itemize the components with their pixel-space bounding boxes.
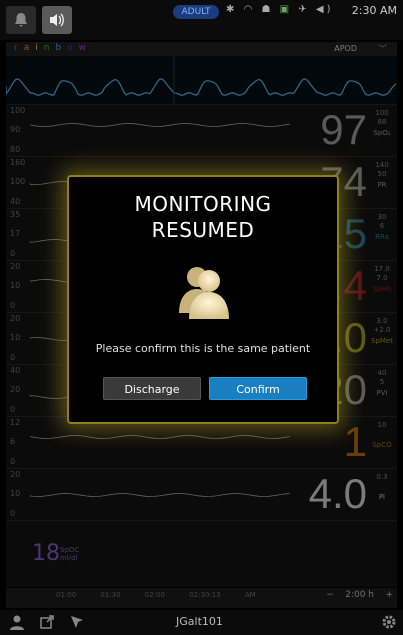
patients-icon bbox=[173, 259, 237, 323]
network-icon: ☗ bbox=[261, 4, 274, 15]
device-icon: ▣ bbox=[279, 4, 293, 15]
dialog-message: Please confirm this is the same patient bbox=[95, 342, 311, 355]
patient-icon[interactable] bbox=[8, 613, 26, 631]
bell-icon bbox=[15, 13, 27, 27]
wifi-icon: ◠ bbox=[243, 4, 256, 15]
export-icon[interactable] bbox=[38, 613, 56, 631]
status-bar: ADULT ✱ ◠ ☗ ▣ ✈ ◀) 2:30 AM bbox=[0, 0, 403, 40]
confirm-button[interactable]: Confirm bbox=[209, 377, 307, 400]
patient-type-badge[interactable]: ADULT bbox=[173, 5, 219, 19]
clock: 2:30 AM bbox=[351, 4, 397, 17]
status-icons: ✱ ◠ ☗ ▣ ✈ ◀) bbox=[226, 4, 333, 15]
gear-icon[interactable] bbox=[380, 613, 398, 631]
monitoring-resumed-dialog: MONITORING RESUMED Please confirm this i… bbox=[67, 175, 339, 424]
bottom-bar: JGalt101 bbox=[0, 610, 403, 635]
filter-icon[interactable] bbox=[68, 613, 86, 631]
mute-icon: ✈ bbox=[298, 4, 310, 15]
bluetooth-icon: ✱ bbox=[226, 4, 238, 15]
dialog-title: MONITORING RESUMED bbox=[134, 192, 272, 242]
speaker-icon bbox=[50, 13, 64, 27]
patient-id: JGalt101 bbox=[176, 615, 223, 628]
sound-button[interactable] bbox=[42, 6, 72, 34]
discharge-button[interactable]: Discharge bbox=[103, 377, 201, 400]
alarm-bell-button[interactable] bbox=[6, 6, 36, 34]
volume-icon: ◀) bbox=[315, 4, 334, 15]
